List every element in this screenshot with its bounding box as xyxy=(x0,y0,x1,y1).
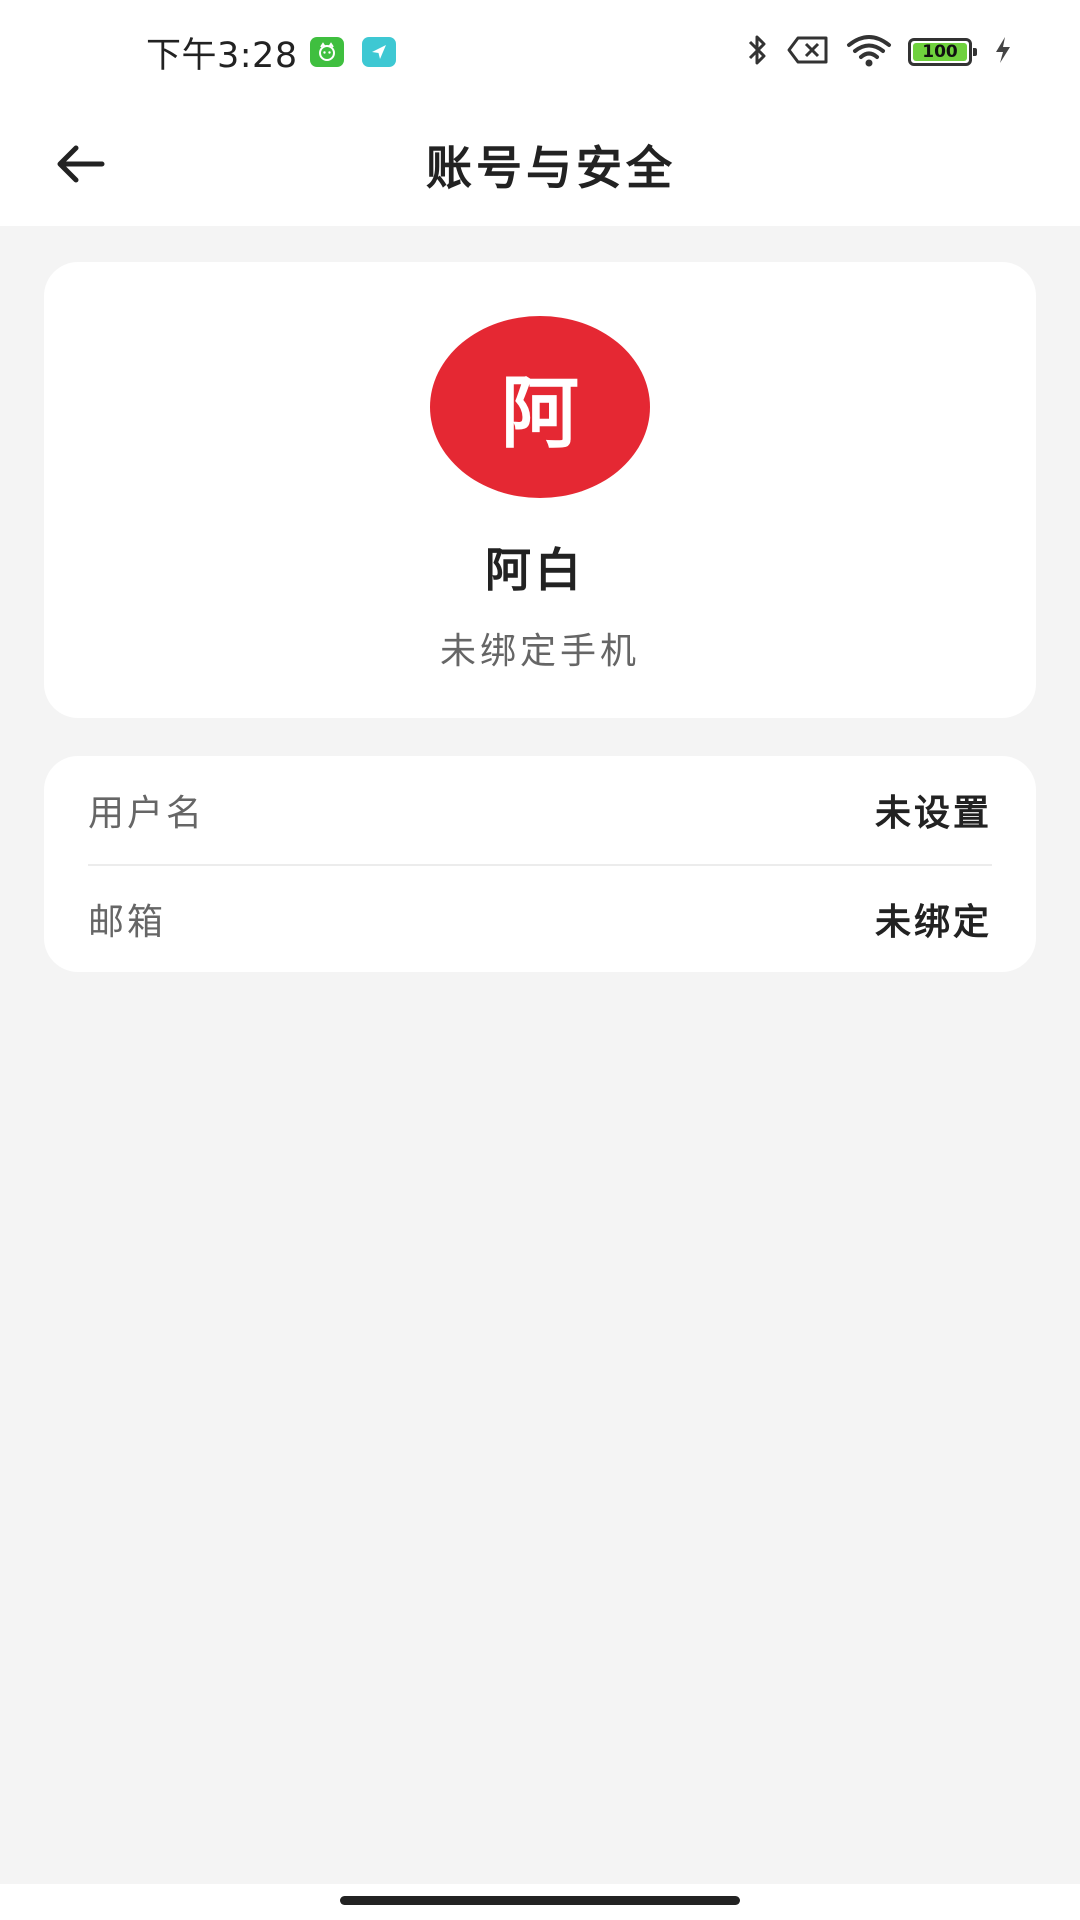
email-value: 未绑定 xyxy=(874,902,992,943)
avatar-text: 阿 xyxy=(500,369,579,459)
profile-name: 阿白 xyxy=(485,543,585,597)
battery-icon: 100 xyxy=(908,38,977,66)
info-row-username[interactable]: 用户名 未设置 xyxy=(88,756,992,864)
status-bar: 下午3:28 100 xyxy=(0,0,1080,104)
account-info-card: 用户名 未设置 邮箱 未绑定 xyxy=(44,756,1036,972)
charging-icon xyxy=(994,36,1012,68)
screen: 下午3:28 100 账号与安全 阿 阿白 未绑定手机 用户名 未设置 邮箱 未… xyxy=(0,0,1080,1920)
arrow-left-icon xyxy=(57,145,105,183)
email-label: 邮箱 xyxy=(88,902,167,943)
phone-binding-status[interactable]: 未绑定手机 xyxy=(440,622,640,674)
status-time: 下午3:28 xyxy=(146,35,298,76)
username-value: 未设置 xyxy=(874,793,992,834)
info-row-email[interactable]: 邮箱 未绑定 xyxy=(88,864,992,972)
wifi-icon xyxy=(846,33,892,71)
profile-card: 阿 阿白 未绑定手机 xyxy=(44,262,1036,718)
battery-level-text: 100 xyxy=(922,42,958,62)
home-indicator[interactable] xyxy=(340,1896,740,1905)
bluetooth-icon xyxy=(746,32,770,72)
navigation-bar xyxy=(0,1884,1080,1920)
app-header: 账号与安全 xyxy=(0,104,1080,226)
back-button[interactable] xyxy=(48,132,112,196)
status-right: 100 xyxy=(730,30,1012,74)
no-sim-icon xyxy=(786,35,830,69)
status-left: 下午3:28 xyxy=(146,30,414,76)
page-title: 账号与安全 xyxy=(426,141,676,195)
avatar[interactable]: 阿 xyxy=(430,316,650,498)
app-teal-icon xyxy=(361,37,396,67)
app-green-icon xyxy=(309,37,344,67)
battery-cap xyxy=(973,48,977,56)
username-label: 用户名 xyxy=(88,793,206,834)
